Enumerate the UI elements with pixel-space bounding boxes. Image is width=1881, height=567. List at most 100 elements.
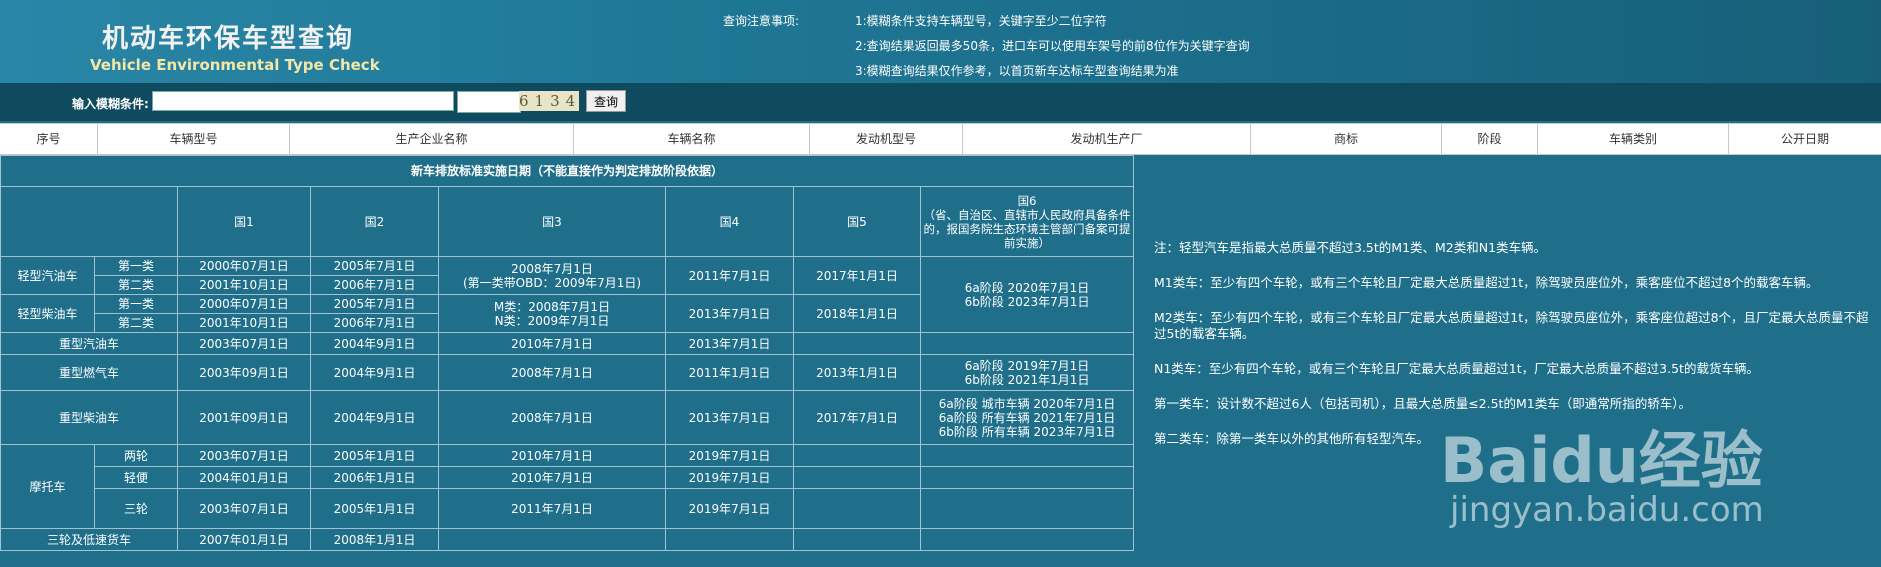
emission-standards-table: 新车排放标准实施日期（不能直接作为判定排放阶段依据） 国1 国2 国3 国4 国… [0, 155, 1135, 551]
row-class-2: 第二类 [94, 313, 178, 333]
cell: 2008年7月1日 [438, 390, 666, 445]
cell: 2008年1月1日 [310, 528, 439, 551]
row-tricycle-low-speed: 三轮及低速货车 [0, 528, 178, 551]
cell: 2005年7月1日 [310, 256, 439, 276]
cell: 2005年1月1日 [310, 488, 439, 529]
row-heavy-diesel: 重型柴油车 [0, 390, 178, 445]
row-light-diesel: 轻型柴油车 [0, 294, 95, 333]
search-bar: 输入模糊条件: 6134 查询 [0, 83, 1881, 121]
row-class-1: 第一类 [94, 256, 178, 276]
col-publish-date[interactable]: 公开日期 [1729, 124, 1881, 154]
cell: 2010年7月1日 [438, 466, 666, 489]
cell [919, 528, 1135, 551]
cell: 2003年07月1日 [177, 332, 311, 355]
header-blank [0, 186, 178, 257]
cell [919, 444, 1135, 467]
cell: 2011年7月1日 [438, 488, 666, 529]
search-input[interactable] [152, 91, 454, 111]
row-two-wheel: 两轮 [94, 444, 178, 467]
definition-n1: N1类车：至少有四个车轮，或有三个车轮且厂定最大总质量超过1t，厂定最大总质量不… [1154, 361, 1759, 376]
cell: 2019年7月1日 [665, 444, 794, 467]
cell: 2013年7月1日 [665, 294, 794, 333]
col-vehicle-name[interactable]: 车辆名称 [574, 124, 810, 154]
cell: 2005年7月1日 [310, 294, 439, 314]
cell: 2003年07月1日 [177, 444, 311, 467]
page-header: 机动车环保车型查询 Vehicle Environmental Type Che… [0, 0, 1881, 83]
col-vehicle-class[interactable]: 车辆类别 [1538, 124, 1729, 154]
row-class-1: 第一类 [94, 294, 178, 314]
col-manufacturer[interactable]: 生产企业名称 [290, 124, 574, 154]
definition-note: 注：轻型汽车是指最大总质量不超过3.5t的M1类、M2类和N1类车辆。 [1154, 240, 1547, 255]
cell: 2010年7月1日 [438, 332, 666, 355]
row-three-wheel: 三轮 [94, 488, 178, 529]
cell: 2006年7月1日 [310, 275, 439, 295]
cell: 2004年01月1日 [177, 466, 311, 489]
query-button[interactable]: 查询 [586, 90, 626, 112]
cell: 2010年7月1日 [438, 444, 666, 467]
cell: 6a阶段 2019年7月1日 6b阶段 2021年1月1日 [919, 354, 1135, 391]
header-g3: 国3 [438, 186, 666, 257]
cell: 2006年1月1日 [310, 466, 439, 489]
cell: 2004年9月1日 [310, 332, 439, 355]
cell: M类：2008年7月1日 N类：2009年7月1日 [438, 294, 666, 333]
cell: 2004年9月1日 [310, 354, 439, 391]
col-engine-model[interactable]: 发动机型号 [810, 124, 963, 154]
cell: 2001年10月1日 [177, 275, 311, 295]
cell: 2000年07月1日 [177, 256, 311, 276]
cell: 2013年7月1日 [665, 390, 794, 445]
cell: 2013年7月1日 [665, 332, 794, 355]
cell: 2008年7月1日 (第一类带OBD：2009年7月1日) [438, 256, 666, 295]
cell [919, 466, 1135, 489]
cell: 2004年9月1日 [310, 390, 439, 445]
app-title: 机动车环保车型查询 [102, 24, 355, 54]
cell: 2003年09月1日 [177, 354, 311, 391]
definition-m2: M2类车：至少有四个车轮，或有三个车轮且厂定最大总质量超过1t，除驾驶员座位外，… [1154, 310, 1869, 341]
cell: 2005年1月1日 [310, 444, 439, 467]
cell: 2018年1月1日 [793, 294, 921, 333]
cell: 2001年09月1日 [177, 390, 311, 445]
header-g1: 国1 [177, 186, 311, 257]
cell [919, 332, 1135, 355]
captcha-image[interactable]: 6134 [519, 91, 579, 111]
cell: 2008年7月1日 [438, 354, 666, 391]
cell [793, 488, 921, 529]
row-light-gasoline: 轻型汽油车 [0, 256, 95, 295]
col-engine-maker[interactable]: 发动机生产厂 [963, 124, 1251, 154]
cell: 2013年1月1日 [793, 354, 921, 391]
cell: 2000年07月1日 [177, 294, 311, 314]
definition-m1: M1类车：至少有四个车轮，或有三个车轮且厂定最大总质量超过1t，除驾驶员座位外，… [1154, 275, 1819, 290]
col-index[interactable]: 序号 [0, 124, 98, 154]
captcha-input[interactable] [457, 91, 521, 113]
cell: 2019年7月1日 [665, 488, 794, 529]
note-2: 2:查询结果返回最多50条，进口车可以使用车架号的前8位作为关键字查询 [855, 39, 1250, 53]
cell: 2017年7月1日 [793, 390, 921, 445]
row-class-2: 第二类 [94, 275, 178, 295]
search-label: 输入模糊条件: [72, 97, 149, 111]
row-heavy-gas-fuel: 重型燃气车 [0, 354, 178, 391]
cell: 2007年01月1日 [177, 528, 311, 551]
note-3: 3:模糊查询结果仅作参考，以首页新车达标车型查询结果为准 [855, 64, 1179, 78]
cell: 2011年7月1日 [665, 256, 794, 295]
cell [793, 528, 921, 551]
cell: 2019年7月1日 [665, 466, 794, 489]
header-g2: 国2 [310, 186, 439, 257]
row-motorcycle: 摩托车 [0, 444, 95, 529]
cell [793, 444, 921, 467]
col-model[interactable]: 车辆型号 [98, 124, 290, 154]
note-1: 1:模糊条件支持车辆型号，关键字至少二位字符 [855, 14, 1107, 28]
notes-title: 查询注意事项: [723, 14, 800, 28]
row-heavy-gasoline: 重型汽油车 [0, 332, 178, 355]
cell [438, 528, 666, 551]
col-stage[interactable]: 阶段 [1442, 124, 1538, 154]
cell [793, 332, 921, 355]
header-g4: 国4 [665, 186, 794, 257]
cell: 6a阶段 2020年7月1日 6b阶段 2023年7月1日 [919, 256, 1135, 333]
app-subtitle: Vehicle Environmental Type Check [90, 56, 380, 74]
table-caption: 新车排放标准实施日期（不能直接作为判定排放阶段依据） [0, 155, 1135, 187]
row-light-moto: 轻便 [94, 466, 178, 489]
watermark-brand: Baidu经验 [1440, 424, 1763, 497]
results-header: 序号 车辆型号 生产企业名称 车辆名称 发动机型号 发动机生产厂 商标 阶段 车… [0, 123, 1881, 155]
cell: 2006年7月1日 [310, 313, 439, 333]
col-brand[interactable]: 商标 [1251, 124, 1442, 154]
cell [919, 488, 1135, 529]
